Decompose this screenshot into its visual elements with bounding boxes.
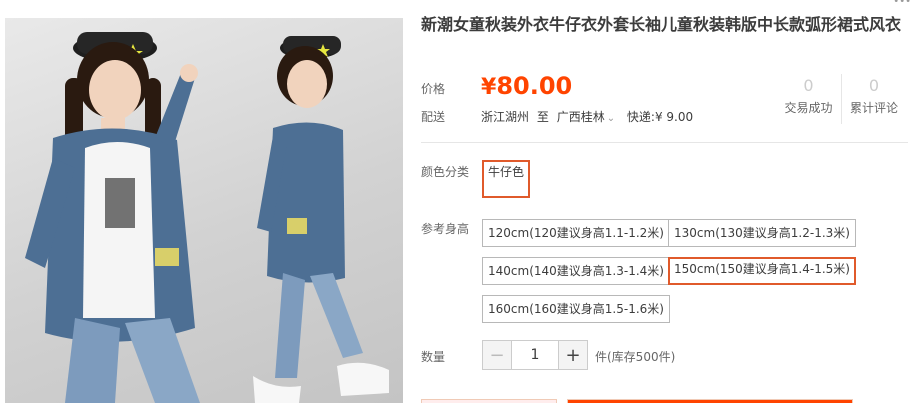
quantity-label: 数量 — [421, 350, 446, 364]
decrease-button[interactable]: − — [483, 341, 511, 369]
price-currency: ¥ — [481, 75, 497, 100]
buy-now-button[interactable] — [421, 399, 557, 403]
product-illustration — [25, 32, 389, 403]
shipping-info: 浙江湖州 至 广西桂林 ⌄ 快递:¥ 9.00 — [481, 108, 697, 125]
ship-from: 浙江湖州 — [481, 110, 530, 124]
sold-count: 0 — [803, 76, 814, 95]
add-to-cart-button[interactable] — [567, 399, 853, 403]
stock-info: 件(库存500件) — [595, 350, 676, 364]
ship-to: 广西桂林 — [556, 110, 605, 124]
quantity-input[interactable] — [511, 341, 559, 369]
ship-to-selector[interactable]: 广西桂林 ⌄ — [557, 110, 619, 124]
size-option-150[interactable]: 150cm(150建议身高1.4-1.5米) — [668, 257, 856, 285]
ship-to-prefix: 至 — [536, 110, 549, 124]
divider — [421, 142, 908, 143]
review-count: 0 — [868, 76, 880, 95]
sold-label: 交易成功 — [784, 101, 833, 115]
review-stat[interactable]: 0 累计评论 — [841, 74, 906, 124]
increase-button[interactable]: + — [559, 341, 587, 369]
size-label: 参考身高 — [421, 222, 470, 236]
price-value: 80.00 — [496, 72, 573, 100]
product-title: 新潮女童秋装外衣牛仔衣外套长袖儿童秋装韩版中长款弧形裙式风衣 — [421, 15, 902, 34]
color-label: 颜色分类 — [421, 165, 470, 179]
sales-stats: 0 交易成功 0 累计评论 — [776, 74, 906, 124]
product-photo[interactable] — [5, 18, 403, 403]
top-right-link[interactable]: ••• — [893, 0, 911, 6]
shipping-fee: 快递:¥ 9.00 — [626, 110, 694, 124]
color-option-denim[interactable]: 牛仔色 — [482, 160, 531, 198]
size-option-140[interactable]: 140cm(140建议身高1.3-1.4米) — [482, 257, 670, 285]
size-option-130[interactable]: 130cm(130建议身高1.2-1.3米) — [668, 219, 856, 247]
shipping-label: 配送 — [421, 110, 446, 124]
sold-stat[interactable]: 0 交易成功 — [776, 74, 841, 124]
size-option-160[interactable]: 160cm(160建议身高1.5-1.6米) — [482, 295, 670, 323]
price-label: 价格 — [421, 82, 446, 96]
quantity-stepper: − + — [482, 340, 588, 370]
price: ¥80.00 — [481, 72, 572, 100]
size-option-120[interactable]: 120cm(120建议身高1.1-1.2米) — [482, 219, 670, 247]
review-label: 累计评论 — [849, 101, 898, 115]
chevron-down-icon: ⌄ — [606, 113, 616, 124]
